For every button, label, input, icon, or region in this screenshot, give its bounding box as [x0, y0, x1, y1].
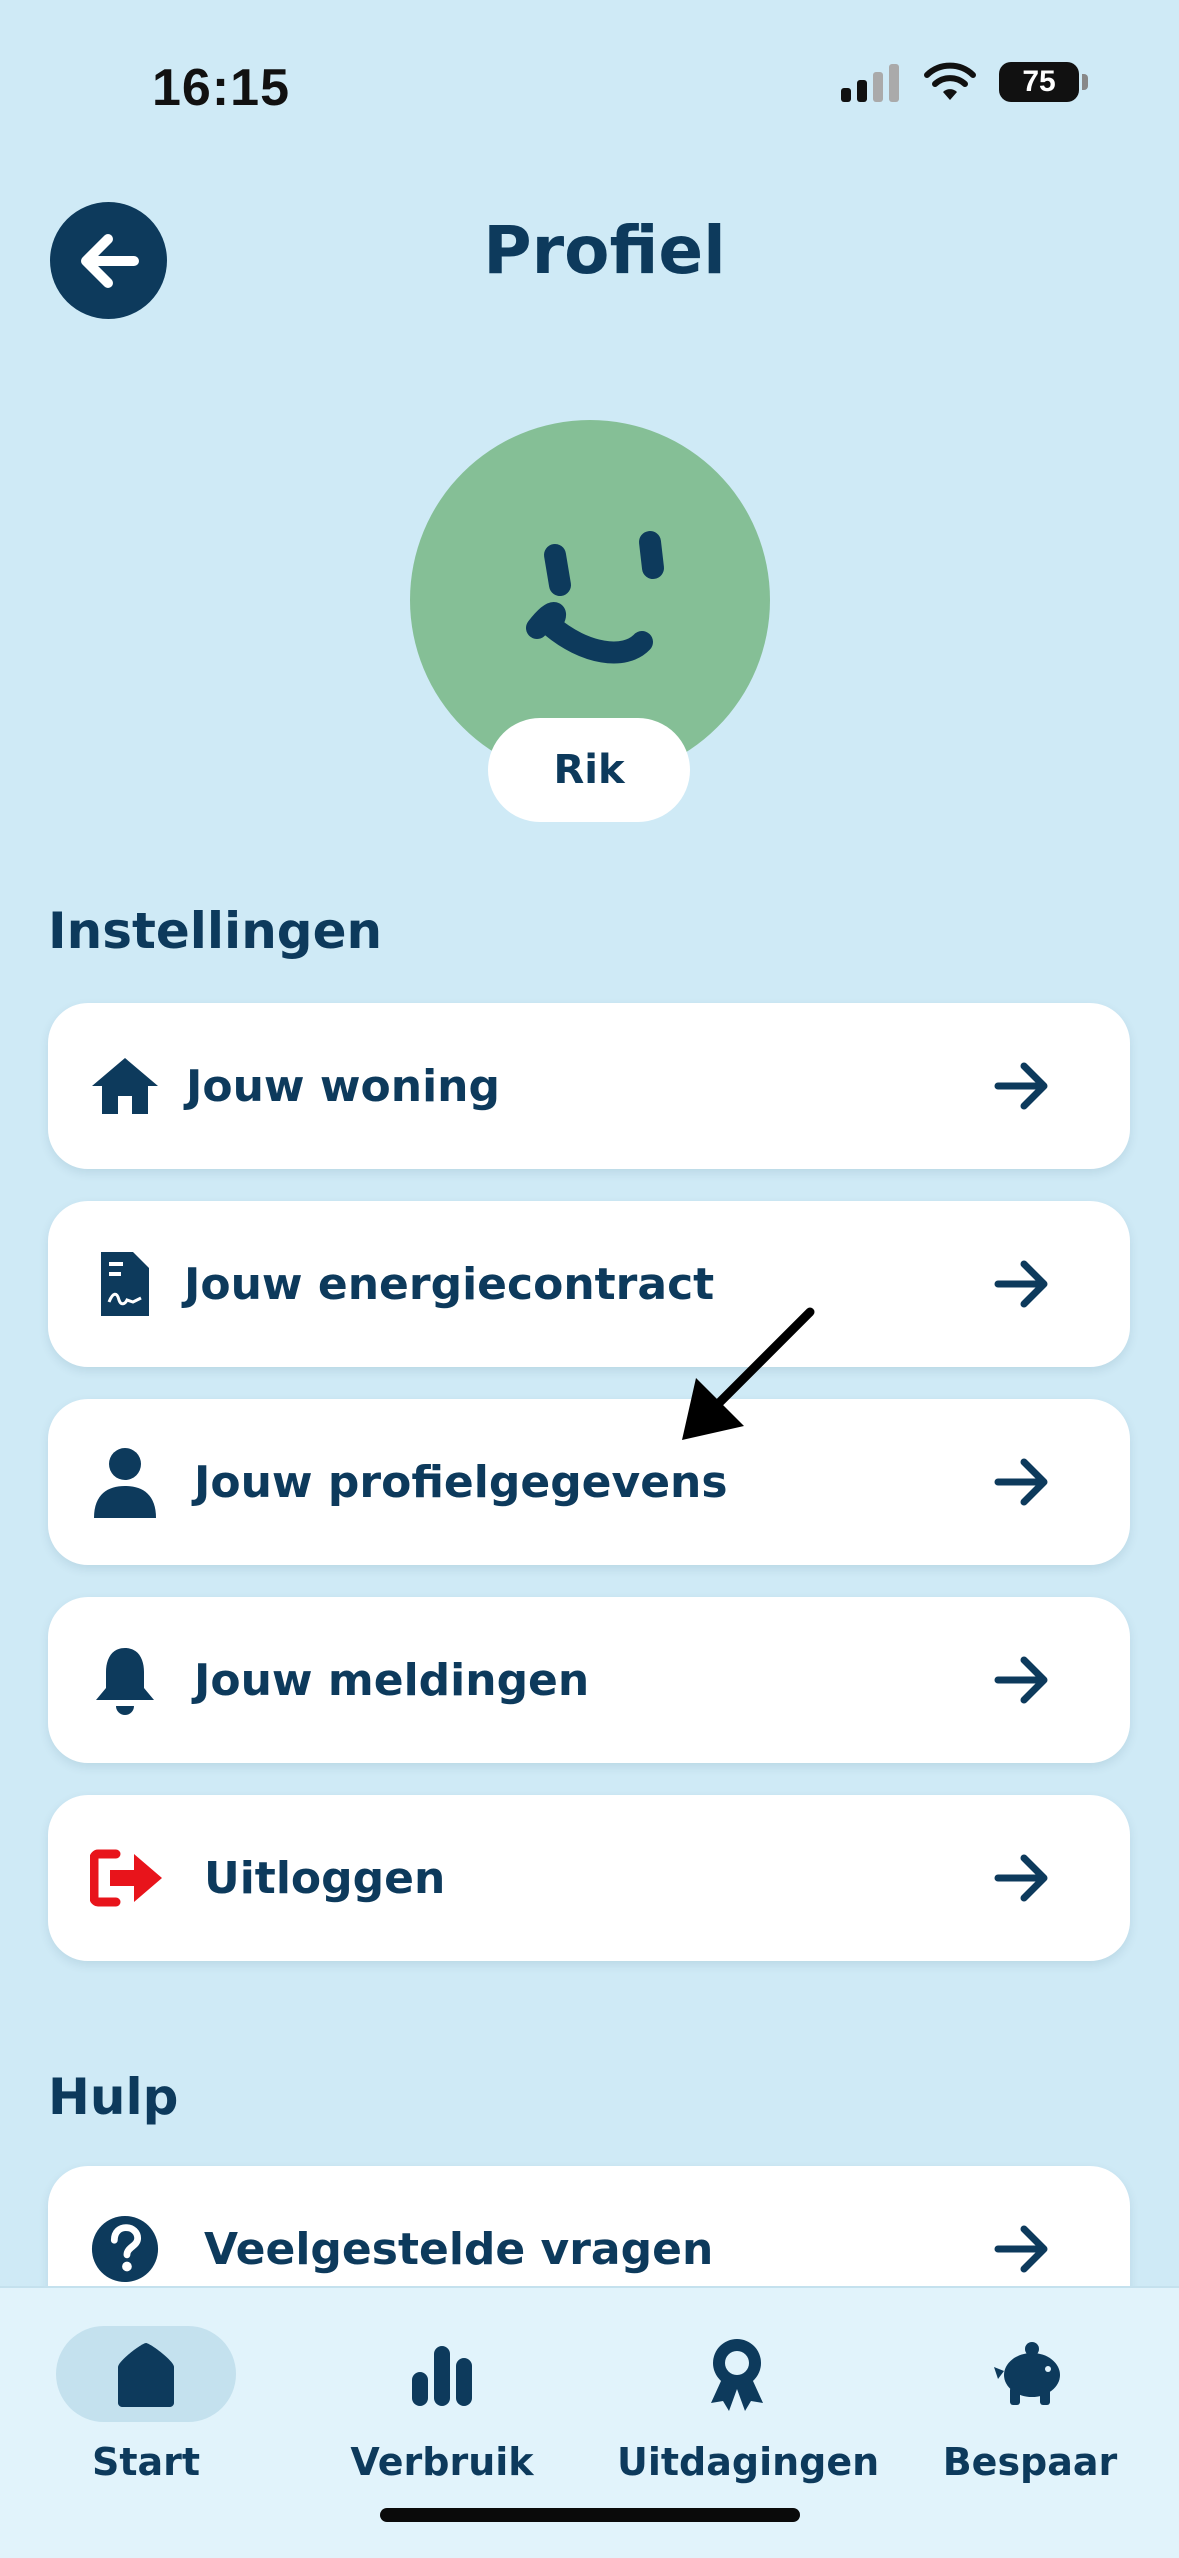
nav-label: Verbruik: [350, 2440, 534, 2484]
bar-chart-icon: [322, 2314, 562, 2434]
arrow-right-icon: [994, 1854, 1048, 1902]
nav-item-bespaar[interactable]: Bespaar: [910, 2314, 1150, 2484]
status-time: 16:15: [152, 59, 290, 117]
settings-item-label: Uitloggen: [204, 1852, 446, 1904]
settings-item-label: Jouw meldingen: [194, 1654, 590, 1706]
bell-icon: [90, 1645, 160, 1715]
home-indicator[interactable]: [380, 2508, 800, 2522]
settings-item-label: Jouw woning: [186, 1060, 500, 1112]
arrow-right-icon: [994, 1260, 1048, 1308]
signal-icon: [841, 64, 899, 102]
piggy-bank-icon: [910, 2314, 1150, 2434]
logout-icon: [90, 1843, 166, 1913]
wifi-icon: [924, 62, 976, 100]
arrow-right-icon: [994, 2225, 1048, 2273]
help-section-title: Hulp: [48, 2068, 179, 2126]
help-item-label: Veelgestelde vragen: [204, 2223, 714, 2275]
settings-item-label: Jouw energiecontract: [184, 1258, 715, 1310]
person-icon: [90, 1447, 160, 1518]
settings-item-profielgegevens[interactable]: Jouw profielgegevens: [48, 1399, 1130, 1565]
arrow-right-icon: [994, 1458, 1048, 1506]
arrow-right-icon: [994, 1062, 1048, 1110]
settings-item-label: Jouw profielgegevens: [194, 1456, 728, 1508]
nav-item-start[interactable]: Start: [26, 2314, 266, 2484]
settings-section-title: Instellingen: [48, 902, 383, 960]
settings-item-meldingen[interactable]: Jouw meldingen: [48, 1597, 1130, 1763]
settings-item-energiecontract[interactable]: Jouw energiecontract: [48, 1201, 1130, 1367]
nav-item-uitdagingen[interactable]: Uitdagingen: [617, 2314, 880, 2484]
house-icon: [90, 1051, 160, 1121]
arrow-right-icon: [994, 1656, 1048, 1704]
nav-label: Start: [91, 2440, 201, 2484]
settings-item-uitloggen[interactable]: Uitloggen: [48, 1795, 1130, 1961]
nav-item-verbruik[interactable]: Verbruik: [322, 2314, 562, 2484]
battery-indicator: 75: [999, 62, 1088, 102]
page-title: Profiel: [483, 212, 726, 289]
nav-label: Bespaar: [942, 2440, 1118, 2484]
settings-item-woning[interactable]: Jouw woning: [48, 1003, 1130, 1169]
award-icon: [617, 2314, 857, 2434]
home-icon: [56, 2326, 236, 2422]
nav-label: Uitdagingen: [617, 2440, 880, 2484]
question-icon: [90, 2214, 160, 2284]
profile-name-badge: Rik: [488, 718, 690, 822]
document-icon: [90, 1249, 160, 1319]
pointer-arrow-annotation: [682, 1307, 815, 1440]
status-icons: 75: [841, 62, 1088, 102]
